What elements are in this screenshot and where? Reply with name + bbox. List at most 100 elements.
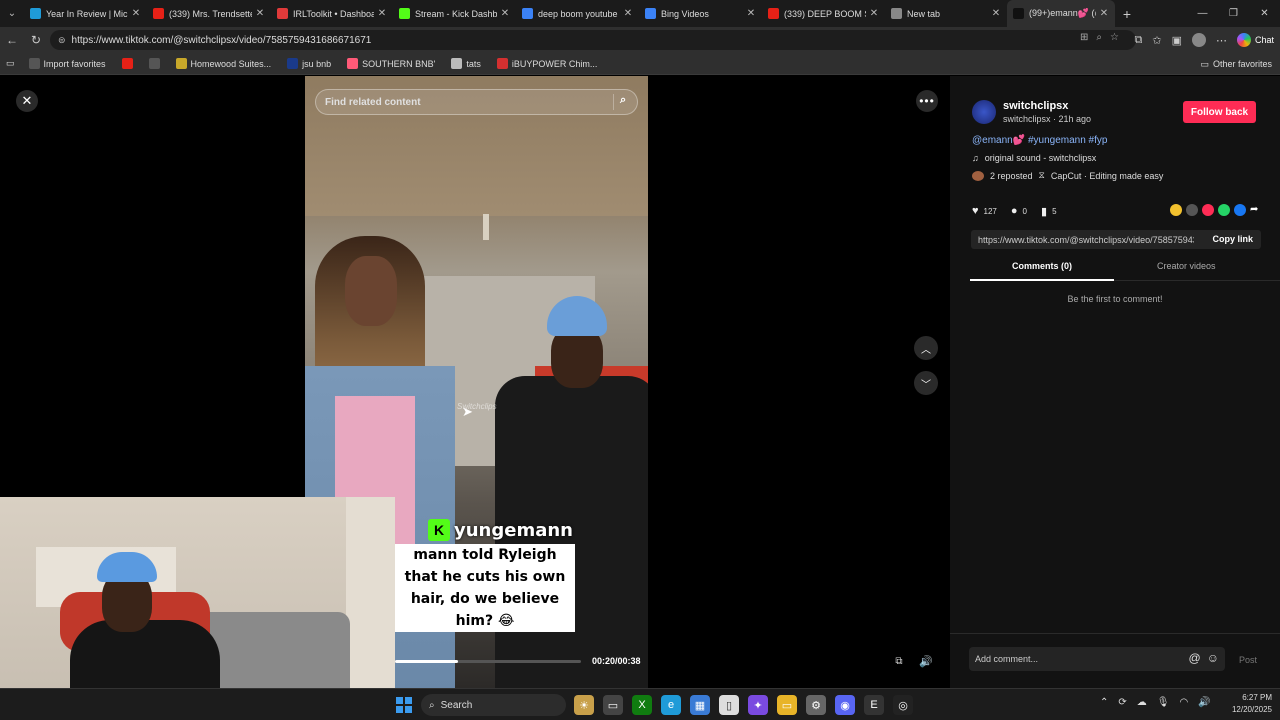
other-favorites[interactable]: ▭ Other favorites (1200, 53, 1272, 75)
favorite-item[interactable]: jsu bnb (279, 58, 339, 69)
microphone-icon[interactable]: 🎙 (1157, 697, 1170, 708)
close-window-icon[interactable]: ✕ (1249, 0, 1280, 27)
close-tab-icon[interactable]: ✕ (746, 8, 756, 19)
minimize-icon[interactable]: — (1187, 0, 1218, 27)
browser-tab[interactable]: IRLToolkit • Dashboard✕ (271, 0, 393, 27)
browser-tab[interactable]: Bing Videos ✕ (639, 0, 762, 27)
close-tab-icon[interactable]: ✕ (869, 8, 879, 19)
more-menu-icon[interactable]: ⋯ (1216, 34, 1227, 47)
close-tab-icon[interactable]: ✕ (131, 8, 141, 19)
site-info-icon[interactable]: ⊜ (58, 35, 66, 46)
favorite-star-icon[interactable]: ☆ (1110, 32, 1119, 43)
whatsapp-icon[interactable] (1218, 204, 1230, 216)
speaker-icon[interactable]: 🔊 (1198, 697, 1210, 708)
new-tab-button[interactable]: + (1115, 6, 1139, 22)
video-link-text[interactable]: https://www.tiktok.com/@switchclipsx/vid… (978, 235, 1194, 245)
discord-icon[interactable]: ◉ (835, 695, 855, 715)
tray-overflow-icon[interactable]: ⌃ (1100, 697, 1108, 708)
task-view-icon[interactable]: ▭ (603, 695, 623, 715)
browser-tab[interactable]: New tab ✕ (885, 0, 1007, 27)
close-tab-icon[interactable]: ✕ (1099, 8, 1109, 19)
browser-tab[interactable]: (99+)emann💕 (@✕ (1007, 0, 1115, 27)
restore-icon[interactable]: ❐ (1218, 0, 1249, 27)
copilot-app-icon[interactable]: ✦ (748, 695, 768, 715)
favorite-item[interactable] (141, 58, 168, 69)
xbox-icon[interactable]: X (632, 695, 652, 715)
tab-actions-menu-icon[interactable]: ⌄ (0, 0, 24, 27)
tab-comments[interactable]: Comments (0) (1012, 261, 1072, 271)
close-tab-icon[interactable]: ✕ (255, 8, 265, 19)
previous-video-icon[interactable]: ︿ (914, 336, 938, 360)
steam-icon[interactable]: ◎ (893, 695, 913, 715)
post-button[interactable]: Post (1239, 655, 1257, 665)
file-icon[interactable]: ▯ (719, 695, 739, 715)
embed-icon[interactable] (1186, 204, 1198, 216)
next-video-icon[interactable]: ﹀ (914, 371, 938, 395)
favorite-item[interactable]: iBUYPOWER Chim... (489, 58, 606, 69)
like-stat[interactable]: ♥ 127 (972, 205, 997, 217)
extensions-icon[interactable]: ⧉ (1135, 34, 1143, 47)
close-tab-icon[interactable]: ✕ (377, 8, 387, 19)
favorites-icon[interactable]: ✩ (1152, 34, 1161, 47)
edge-icon[interactable]: e (661, 695, 681, 715)
copy-link-button[interactable]: Copy link (1212, 234, 1253, 244)
favorites-menu-icon[interactable]: ▭ (0, 58, 21, 69)
tab-creator-videos[interactable]: Creator videos (1157, 261, 1216, 271)
profile-avatar[interactable] (1191, 33, 1206, 47)
more-options-icon[interactable]: ••• (916, 90, 938, 112)
file-explorer-icon[interactable]: ▭ (777, 695, 797, 715)
app-icon[interactable]: ⊞ (1080, 32, 1088, 43)
add-comment-input[interactable]: Add comment... @ ☺ (969, 647, 1225, 671)
store-icon[interactable]: ▦ (690, 695, 710, 715)
widgets-icon[interactable]: ☀ (574, 695, 594, 715)
close-viewer-icon[interactable]: ✕ (16, 90, 38, 112)
save-stat[interactable]: ▮ 5 (1041, 205, 1057, 218)
capcut-label[interactable]: CapCut · Editing made easy (1051, 171, 1164, 181)
browser-tab[interactable]: deep boom youtube sound✕ (516, 0, 639, 27)
wifi-icon[interactable]: ◠ (1179, 697, 1188, 708)
emoji-icon[interactable]: ☺ (1207, 651, 1219, 665)
facebook-icon[interactable] (1234, 204, 1246, 216)
settings-icon[interactable]: ⚙ (806, 695, 826, 715)
clock[interactable]: 6:27 PM 12/20/2025 (1222, 692, 1272, 716)
favorite-item[interactable] (114, 58, 141, 69)
close-tab-icon[interactable]: ✕ (500, 8, 510, 19)
copilot-chat-button[interactable]: Chat (1236, 33, 1274, 47)
browser-tab[interactable]: (339) DEEP BOOM SOUND✕ (762, 0, 885, 27)
follow-back-button[interactable]: Follow back (1183, 101, 1256, 123)
browser-tab[interactable]: Stream - Kick Dashboard✕ (393, 0, 516, 27)
browser-tab[interactable]: (339) Mrs. Trendsetter ✕ (147, 0, 271, 27)
back-icon[interactable]: ← (0, 27, 24, 53)
share-arrow-icon[interactable]: ➦ (1250, 204, 1262, 216)
browser-tab[interactable]: Year In Review | Microsoft✕ (24, 0, 147, 27)
epic-games-icon[interactable]: E (864, 695, 884, 715)
start-button[interactable] (396, 697, 412, 713)
video-description-tags[interactable]: @emann💕 #yungemann #fyp (972, 135, 1107, 146)
volume-icon[interactable]: 🔊 (917, 652, 935, 670)
video-progress-bar[interactable] (395, 660, 581, 663)
mention-icon[interactable]: @ (1189, 651, 1201, 665)
comment-stat[interactable]: ● 0 (1011, 205, 1027, 217)
cloud-icon[interactable]: ☁ (1137, 697, 1147, 708)
close-tab-icon[interactable]: ✕ (991, 8, 1001, 19)
favorite-item[interactable]: Homewood Suites... (168, 58, 280, 69)
coin-icon[interactable] (1170, 204, 1182, 216)
creator-username[interactable]: switchclipsx (1003, 100, 1068, 112)
collections-icon[interactable]: ▣ (1172, 34, 1182, 47)
taskbar-search[interactable]: ⌕ Search (421, 694, 566, 716)
reposted-label[interactable]: 2 reposted (990, 171, 1033, 181)
picture-in-picture-icon[interactable]: ⧉ (890, 652, 908, 670)
refresh-icon[interactable]: ↻ (24, 27, 48, 53)
url-field[interactable]: ⊜ https://www.tiktok.com/@switchclipsx/v… (50, 30, 1136, 50)
creator-avatar[interactable] (972, 100, 996, 124)
favorite-item[interactable]: SOUTHERN BNB' (339, 58, 443, 69)
tray-app-icon[interactable]: ⟳ (1118, 697, 1126, 708)
favorite-item[interactable]: Import favorites (21, 58, 114, 69)
close-tab-icon[interactable]: ✕ (623, 8, 633, 19)
send-icon[interactable] (1202, 204, 1214, 216)
find-related-search[interactable]: Find related content ⌕ (315, 89, 638, 115)
search-icon[interactable]: ⌕ (613, 94, 629, 110)
favorite-item[interactable]: tats (443, 58, 489, 69)
sound-row[interactable]: ♫ original sound - switchclipsx (972, 153, 1096, 163)
zoom-icon[interactable]: ⌕ (1096, 32, 1102, 43)
